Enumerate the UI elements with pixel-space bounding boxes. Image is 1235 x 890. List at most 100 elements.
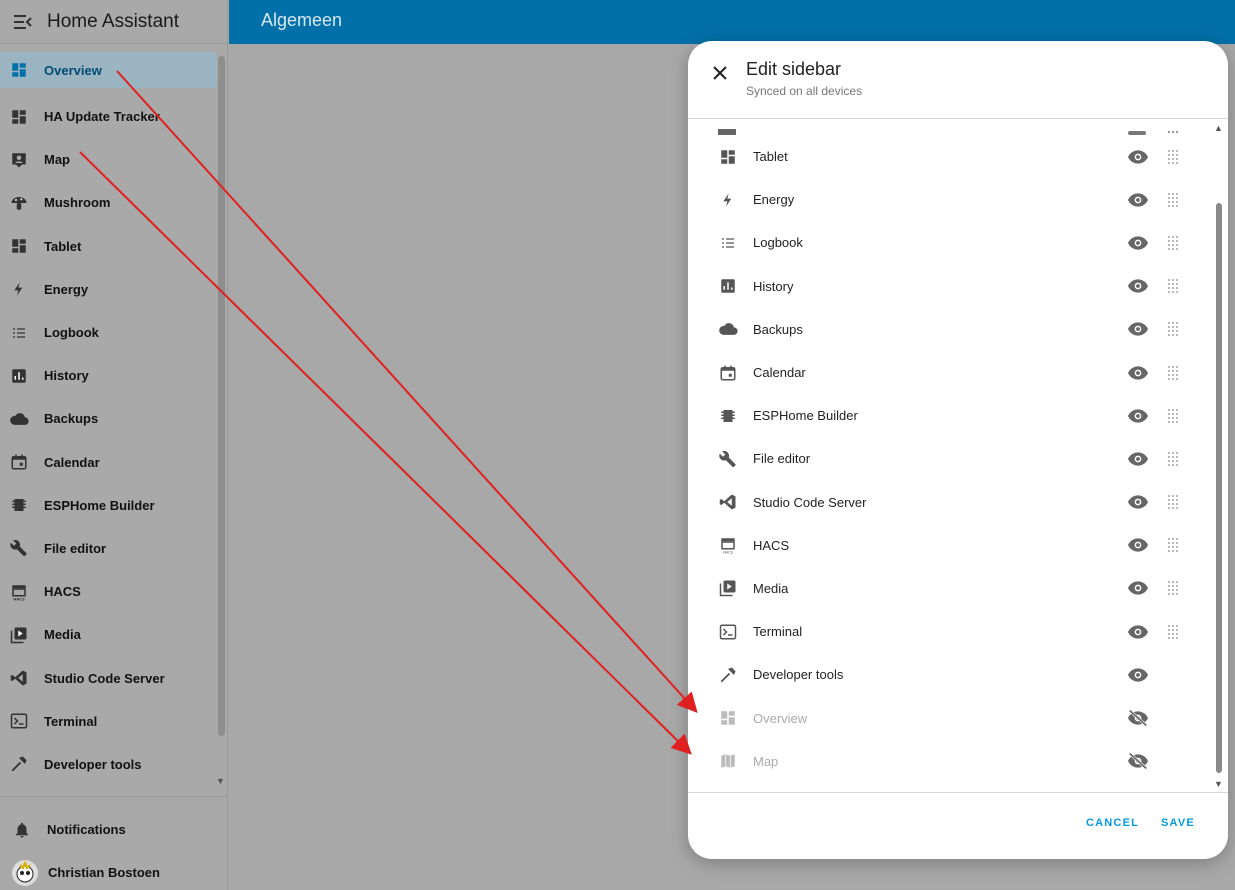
save-button[interactable]: SAVE [1161, 817, 1195, 829]
dashboard-icon [718, 708, 738, 728]
dialog-item-label: Energy [753, 192, 795, 208]
sidebar-item-logbook[interactable]: Logbook [0, 311, 218, 354]
dialog-item-list: Tablet Energy Logbook History Backups Calenda… [688, 135, 1208, 783]
dialog-scrollbar[interactable] [1216, 203, 1222, 773]
dialog-item-label: Map [753, 753, 779, 769]
drag-handle-icon[interactable] [1166, 149, 1180, 165]
sidebar-item-user[interactable]: Christian Bostoen [0, 851, 228, 890]
eye-icon[interactable] [1127, 491, 1149, 513]
console-icon [718, 622, 738, 642]
sidebar-item-notifications[interactable]: Notifications [0, 808, 228, 851]
dialog-item-hacs[interactable]: HACS HACS [688, 524, 1208, 567]
sidebar-item-file-editor[interactable]: File editor [0, 527, 218, 570]
sidebar-item-label: Studio Code Server [44, 670, 165, 686]
sidebar-item-label: Notifications [47, 822, 126, 838]
drag-handle-icon[interactable] [1166, 580, 1180, 596]
dashboard-icon [9, 107, 29, 127]
drag-handle-icon[interactable] [1166, 321, 1180, 337]
lightning-icon [9, 279, 29, 299]
dialog-item-calendar[interactable]: Calendar [688, 351, 1208, 394]
eye-icon[interactable] [1127, 577, 1149, 599]
drag-handle-icon[interactable] [1166, 192, 1180, 208]
eye-icon[interactable] [1127, 664, 1149, 686]
dialog-body: Tablet Energy Logbook History Backups Calenda… [688, 120, 1228, 792]
avatar [12, 859, 38, 886]
sidebar-item-energy[interactable]: Energy [0, 268, 218, 311]
drag-handle-icon[interactable] [1166, 451, 1180, 467]
sidebar-scrollbar[interactable] [218, 56, 225, 736]
wrench-icon [718, 449, 738, 469]
dialog-item-terminal[interactable]: Terminal [688, 610, 1208, 653]
dialog-item-file-editor[interactable]: File editor [688, 437, 1208, 480]
eye-icon[interactable] [1127, 448, 1149, 470]
sidebar-item-overview[interactable]: Overview [0, 52, 217, 88]
sidebar-divider [0, 796, 228, 797]
sidebar-item-label: ESPHome Builder [44, 497, 155, 513]
dialog-header: Edit sidebar Synced on all devices [688, 41, 1228, 119]
dialog-item-developer-tools[interactable]: Developer tools [688, 653, 1208, 696]
dialog-item-logbook[interactable]: Logbook [688, 221, 1208, 264]
dialog-item-tablet[interactable]: Tablet [688, 135, 1208, 178]
eye-icon[interactable] [1127, 232, 1149, 254]
dialog-item-energy[interactable]: Energy [688, 178, 1208, 221]
dialog-item-backups[interactable]: Backups [688, 308, 1208, 351]
cloud-icon [718, 319, 738, 339]
dialog-item-label: Backups [753, 321, 803, 337]
sidebar-item-hacs[interactable]: HACS HACS [0, 570, 218, 613]
eye-icon[interactable] [1127, 318, 1149, 340]
sidebar-item-label: HACS [44, 584, 81, 600]
chip-icon [9, 495, 29, 515]
sidebar-item-backups[interactable]: Backups [0, 397, 218, 440]
sidebar-item-terminal[interactable]: Terminal [0, 700, 218, 743]
sidebar-item-media[interactable]: Media [0, 613, 218, 656]
sidebar-item-mushroom[interactable]: Mushroom [0, 181, 218, 224]
eye-icon[interactable] [1127, 362, 1149, 384]
sidebar-item-developer-tools[interactable]: Developer tools [0, 743, 218, 786]
dialog-item-label: File editor [753, 451, 811, 467]
sidebar-item-studio-code-server[interactable]: Studio Code Server [0, 656, 218, 699]
close-icon[interactable] [708, 61, 732, 85]
sidebar-item-label: Terminal [44, 713, 98, 729]
calendar-icon [718, 363, 738, 383]
bell-icon [12, 820, 32, 840]
eye-icon[interactable] [1127, 146, 1149, 168]
hammer-icon [9, 754, 29, 774]
dialog-scroll-down-icon[interactable]: ▼ [1214, 779, 1223, 789]
svg-text:HACS: HACS [13, 597, 25, 601]
eye-icon[interactable] [1127, 534, 1149, 556]
sidebar-item-label: File editor [44, 540, 107, 556]
eye-icon[interactable] [1127, 275, 1149, 297]
sidebar-item-ha-update-tracker[interactable]: HA Update Tracker [0, 95, 218, 138]
sidebar-item-calendar[interactable]: Calendar [0, 441, 218, 484]
eye-icon[interactable] [1127, 405, 1149, 427]
eye-icon[interactable] [1127, 189, 1149, 211]
cancel-button[interactable]: CANCEL [1086, 817, 1139, 829]
svg-text:HACS: HACS [723, 551, 734, 555]
dialog-item-history[interactable]: History [688, 265, 1208, 308]
sidebar-item-tablet[interactable]: Tablet [0, 225, 218, 268]
dialog-item-esphome-builder[interactable]: ESPHome Builder [688, 394, 1208, 437]
eye-off-icon[interactable] [1127, 750, 1149, 772]
dialog-item-media[interactable]: Media [688, 567, 1208, 610]
drag-handle-icon[interactable] [1166, 408, 1180, 424]
eye-icon[interactable] [1127, 621, 1149, 643]
sidebar-item-history[interactable]: History [0, 354, 218, 397]
sidebar-list: Overview HA Update Tracker Map Mushroom Tabl… [0, 48, 218, 786]
sidebar-scroll-down-icon[interactable]: ▼ [216, 776, 225, 786]
drag-handle-icon[interactable] [1166, 235, 1180, 251]
dialog-scroll-up-icon[interactable]: ▲ [1214, 123, 1223, 133]
dialog-item-map[interactable]: Map [688, 740, 1208, 783]
eye-off-icon[interactable] [1127, 707, 1149, 729]
drag-handle-icon[interactable] [1166, 278, 1180, 294]
sidebar-item-esphome-builder[interactable]: ESPHome Builder [0, 484, 218, 527]
dialog-item-label: Calendar [753, 365, 806, 381]
play-box-icon [9, 625, 29, 645]
menu-toggle-icon[interactable] [12, 11, 34, 33]
drag-handle-icon[interactable] [1166, 494, 1180, 510]
drag-handle-icon[interactable] [1166, 365, 1180, 381]
drag-handle-icon[interactable] [1166, 537, 1180, 553]
sidebar-item-map[interactable]: Map [0, 138, 218, 181]
dialog-item-overview[interactable]: Overview [688, 696, 1208, 739]
drag-handle-icon[interactable] [1166, 624, 1180, 640]
dialog-item-studio-code-server[interactable]: Studio Code Server [688, 481, 1208, 524]
